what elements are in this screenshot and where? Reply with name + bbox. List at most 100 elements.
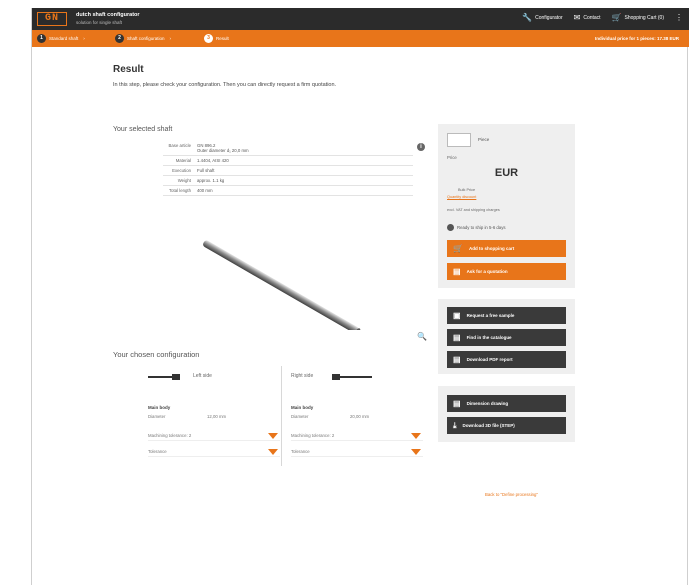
clock-icon	[447, 224, 454, 231]
find-catalogue-button[interactable]: ▤ Find in the catalogue	[447, 329, 566, 346]
nav-configurator[interactable]: 🔧 Configurator	[522, 14, 562, 22]
step-progress-bar: 1 Standard shaft › 2 Shaft configuration…	[32, 30, 689, 47]
spec-key: Material	[175, 158, 191, 163]
left-side-label: Left side	[193, 373, 212, 379]
wrench-icon: 🔧	[522, 13, 533, 22]
button-label: Download 3D file (STEP)	[462, 423, 515, 428]
spec-row-execution: Execution Full shaft	[163, 166, 413, 176]
right-machining-dropdown[interactable]: Machining tolerance: 2	[291, 433, 423, 441]
right-connector-shape	[336, 376, 372, 378]
step-standard-shaft[interactable]: 1 Standard shaft ›	[37, 34, 85, 43]
price-currency: EUR	[494, 167, 519, 179]
step-label: Shaft configuration	[127, 36, 165, 41]
spec-key: Weight	[177, 178, 191, 183]
left-diameter-key: Diameter	[148, 414, 166, 419]
button-label: Find in the catalogue	[466, 335, 512, 340]
cart-icon: 🛒	[611, 13, 622, 22]
spec-row-base-article: Base article GN 896.2 Outer diameter d₁ …	[163, 141, 413, 156]
spec-key: Base article	[168, 143, 191, 148]
nav-cart-label: Shopping Cart (0)	[624, 15, 664, 21]
bulk-price-label: Bulk Price	[458, 188, 476, 192]
downloads-panel: ▤ Dimension drawing ⤓ Download 3D file (…	[438, 386, 575, 442]
left-connector-end	[172, 374, 180, 380]
spec-key: Execution	[172, 168, 191, 173]
spec-row-total-length: Total length 400 mm	[163, 186, 413, 196]
sample-icon: ▣	[453, 310, 461, 320]
nav-contact[interactable]: ✉ Contact	[574, 14, 601, 22]
step-number: 3	[204, 34, 213, 43]
price-label: Price	[447, 155, 457, 160]
right-diameter-key: Diameter	[291, 414, 309, 419]
individual-price-note: Individual price for 1 pieces: 17.38 EUR	[594, 36, 679, 41]
shaft-spec-table: Base article GN 896.2 Outer diameter d₁ …	[163, 141, 413, 196]
page-intro: In this step, please check your configur…	[113, 82, 337, 88]
order-panel: Piece Price EUR Bulk Price Quantity disc…	[438, 124, 575, 288]
dropdown-label: Tolerance	[291, 449, 310, 454]
nav-configurator-label: Configurator	[535, 15, 563, 21]
left-machining-dropdown[interactable]: Machining tolerance: 2	[148, 433, 280, 441]
add-to-cart-button[interactable]: 🛒 Add to shopping cart	[447, 240, 566, 257]
download-3d-button[interactable]: ⤓ Download 3D file (STEP)	[447, 417, 566, 434]
right-body-title: Main body	[291, 405, 314, 410]
app-subtitle: solution for single shaft	[76, 20, 123, 25]
shaft-preview-image	[203, 240, 361, 330]
request-sample-button[interactable]: ▣ Request a free sample	[447, 307, 566, 324]
more-menu-button[interactable]: ⋮	[675, 14, 683, 22]
spec-value: Full shaft	[197, 168, 215, 173]
info-icon[interactable]: i	[417, 143, 425, 151]
dropdown-label: Machining tolerance: 2	[291, 433, 335, 438]
step-shaft-configuration[interactable]: 2 Shaft configuration ›	[115, 34, 171, 43]
selected-shaft-heading: Your selected shaft	[113, 126, 173, 133]
right-side-label: Right side	[291, 373, 314, 379]
spec-value: 1.4404, AISI 420	[197, 158, 229, 163]
spec-value-line: Outer diameter d₁ 20,0 mm	[197, 148, 249, 153]
button-label: Dimension drawing	[466, 401, 509, 406]
left-tolerance-dropdown[interactable]: Tolerance	[148, 449, 280, 457]
right-side-config: Right side Main body Diameter 20,00 mm M…	[288, 366, 425, 466]
shipping-info: Ready to ship in 5-6 days	[447, 224, 506, 231]
cart-icon: 🛒	[453, 243, 463, 253]
button-label: Request a free sample	[466, 313, 515, 318]
back-link[interactable]: Back to "Define processing"	[485, 492, 538, 497]
spec-key: Total length	[169, 188, 191, 193]
step-label: Result	[216, 36, 229, 41]
spec-row-weight: Weight approx. 1.1 kg	[163, 176, 413, 186]
shipping-label: Ready to ship in 5-6 days	[457, 225, 506, 230]
company-logo[interactable]: GN	[37, 12, 67, 26]
left-side-config: Left side Main body Diameter 12,00 mm Ma…	[145, 366, 282, 466]
button-label: Ask for a quotation	[466, 269, 508, 274]
dropdown-arrow-icon	[411, 449, 421, 455]
spec-value: 400 mm	[197, 188, 213, 193]
chevron-right-icon: ›	[83, 36, 85, 41]
chevron-right-icon: ›	[169, 36, 172, 41]
left-diameter-value: 12,00 mm	[207, 414, 227, 419]
quantity-input[interactable]	[447, 133, 471, 147]
step-number: 2	[115, 34, 124, 43]
dropdown-arrow-icon	[411, 433, 421, 439]
spec-value: approx. 1.1 kg	[197, 178, 225, 183]
download-pdf-button[interactable]: ▤ Download PDF report	[447, 351, 566, 368]
ask-quotation-button[interactable]: ▤ Ask for a quotation	[447, 263, 566, 280]
dropdown-label: Tolerance	[148, 449, 167, 454]
step-label: Standard shaft	[49, 36, 79, 41]
step-number: 1	[37, 34, 46, 43]
top-navigation: 🔧 Configurator ✉ Contact 🛒 Shopping Cart…	[522, 14, 683, 22]
dimension-drawing-button[interactable]: ▤ Dimension drawing	[447, 395, 566, 412]
quantity-unit-label: Piece	[478, 137, 490, 142]
right-diameter-value: 20,00 mm	[350, 414, 370, 419]
right-tolerance-dropdown[interactable]: Tolerance	[291, 449, 423, 457]
step-result[interactable]: 3 Result	[204, 34, 229, 43]
app-title: dutch shaft configurator	[76, 12, 140, 18]
button-label: Download PDF report	[466, 357, 513, 362]
pdf-icon: ▤	[453, 354, 461, 364]
zoom-icon[interactable]: 🔍	[417, 332, 427, 341]
drawing-icon: ▤	[453, 398, 461, 408]
more-vertical-icon: ⋮	[675, 13, 683, 22]
nav-contact-label: Contact	[583, 15, 601, 21]
dropdown-label: Machining tolerance: 2	[148, 433, 192, 438]
quantity-discount-link[interactable]: Quantity discount	[447, 195, 476, 199]
nav-shopping-cart[interactable]: 🛒 Shopping Cart (0)	[612, 14, 664, 22]
dropdown-arrow-icon	[268, 449, 278, 455]
actions-panel: ▣ Request a free sample ▤ Find in the ca…	[438, 299, 575, 374]
chosen-configuration-heading: Your chosen configuration	[113, 350, 200, 359]
